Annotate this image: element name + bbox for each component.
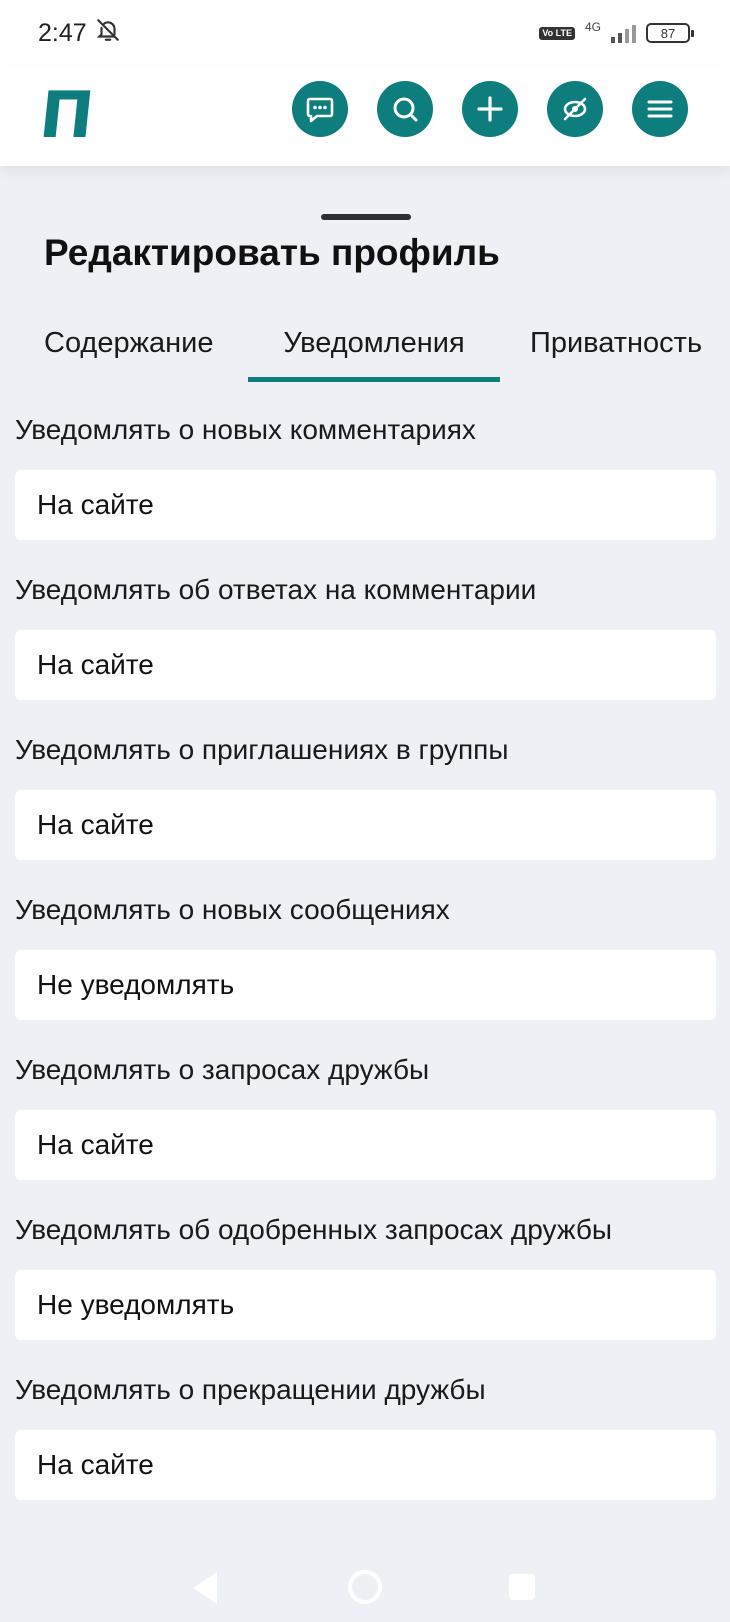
- network-type: 4G: [584, 20, 601, 34]
- setting-label: Уведомлять об ответах на комментарии: [15, 574, 537, 605]
- battery-icon: 87: [646, 23, 694, 43]
- status-right: Vo LTE 4G 87: [539, 20, 694, 43]
- app-logo[interactable]: П: [36, 79, 97, 153]
- setting-label: Уведомлять об одобренных запросах дружбы: [15, 1214, 613, 1245]
- setting-select[interactable]: Не уведомлять: [15, 950, 716, 1020]
- setting-comment-replies: Уведомлять об ответах на комментарии На …: [15, 570, 716, 730]
- system-nav-bar: [0, 1550, 730, 1622]
- menu-icon: [647, 100, 673, 118]
- tab-content[interactable]: Содержание: [44, 318, 213, 382]
- volte-icon: Vo LTE: [539, 26, 575, 40]
- setting-select[interactable]: На сайте: [15, 790, 716, 860]
- page-title: Редактировать профиль: [44, 232, 500, 273]
- setting-select[interactable]: Не уведомлять: [15, 1270, 716, 1340]
- setting-select[interactable]: На сайте: [15, 1430, 716, 1500]
- visibility-button[interactable]: [547, 81, 603, 137]
- status-left: 2:47: [38, 17, 121, 50]
- profile-tabs: Содержание Уведомления Приватность: [0, 318, 730, 382]
- setting-label: Уведомлять о новых сообщениях: [15, 894, 450, 925]
- setting-label: Уведомлять о приглашениях в группы: [15, 734, 509, 765]
- sheet-drag-handle[interactable]: [321, 214, 411, 220]
- search-button[interactable]: [377, 81, 433, 137]
- app-header: П: [0, 66, 730, 166]
- battery-level: 87: [660, 25, 676, 41]
- setting-new-comments: Уведомлять о новых комментариях На сайте: [15, 410, 716, 570]
- recent-apps-icon[interactable]: [509, 1574, 535, 1600]
- setting-select[interactable]: На сайте: [15, 470, 716, 540]
- add-icon: [477, 96, 503, 122]
- home-icon[interactable]: [348, 1570, 382, 1604]
- notification-settings: Уведомлять о новых комментариях На сайте…: [15, 410, 716, 1530]
- bell-off-icon: [95, 17, 121, 50]
- hide-icon: [563, 97, 587, 121]
- messages-button[interactable]: [292, 81, 348, 137]
- tab-notifications[interactable]: Уведомления: [248, 318, 500, 382]
- menu-button[interactable]: [632, 81, 688, 137]
- tab-privacy[interactable]: Приватность: [530, 318, 702, 382]
- chat-icon: [306, 97, 334, 123]
- setting-new-messages: Уведомлять о новых сообщениях Не уведомл…: [15, 890, 716, 1050]
- setting-label: Уведомлять о запросах дружбы: [15, 1054, 430, 1085]
- signal-icon: [611, 23, 636, 43]
- setting-select[interactable]: На сайте: [15, 1110, 716, 1180]
- search-icon: [393, 97, 418, 122]
- add-button[interactable]: [462, 81, 518, 137]
- setting-select[interactable]: На сайте: [15, 630, 716, 700]
- setting-label: Уведомлять о новых комментариях: [15, 414, 476, 445]
- status-bar: 2:47 Vo LTE 4G 87: [0, 0, 730, 66]
- setting-approved-requests: Уведомлять об одобренных запросах дружбы…: [15, 1210, 716, 1370]
- header-actions: [292, 81, 688, 137]
- setting-label: Уведомлять о прекращении дружбы: [15, 1374, 486, 1405]
- back-icon[interactable]: [193, 1572, 217, 1604]
- setting-friend-requests: Уведомлять о запросах дружбы На сайте: [15, 1050, 716, 1210]
- setting-friendship-ended: Уведомлять о прекращении дружбы На сайте: [15, 1370, 716, 1530]
- status-time: 2:47: [38, 18, 87, 47]
- setting-group-invites: Уведомлять о приглашениях в группы На са…: [15, 730, 716, 890]
